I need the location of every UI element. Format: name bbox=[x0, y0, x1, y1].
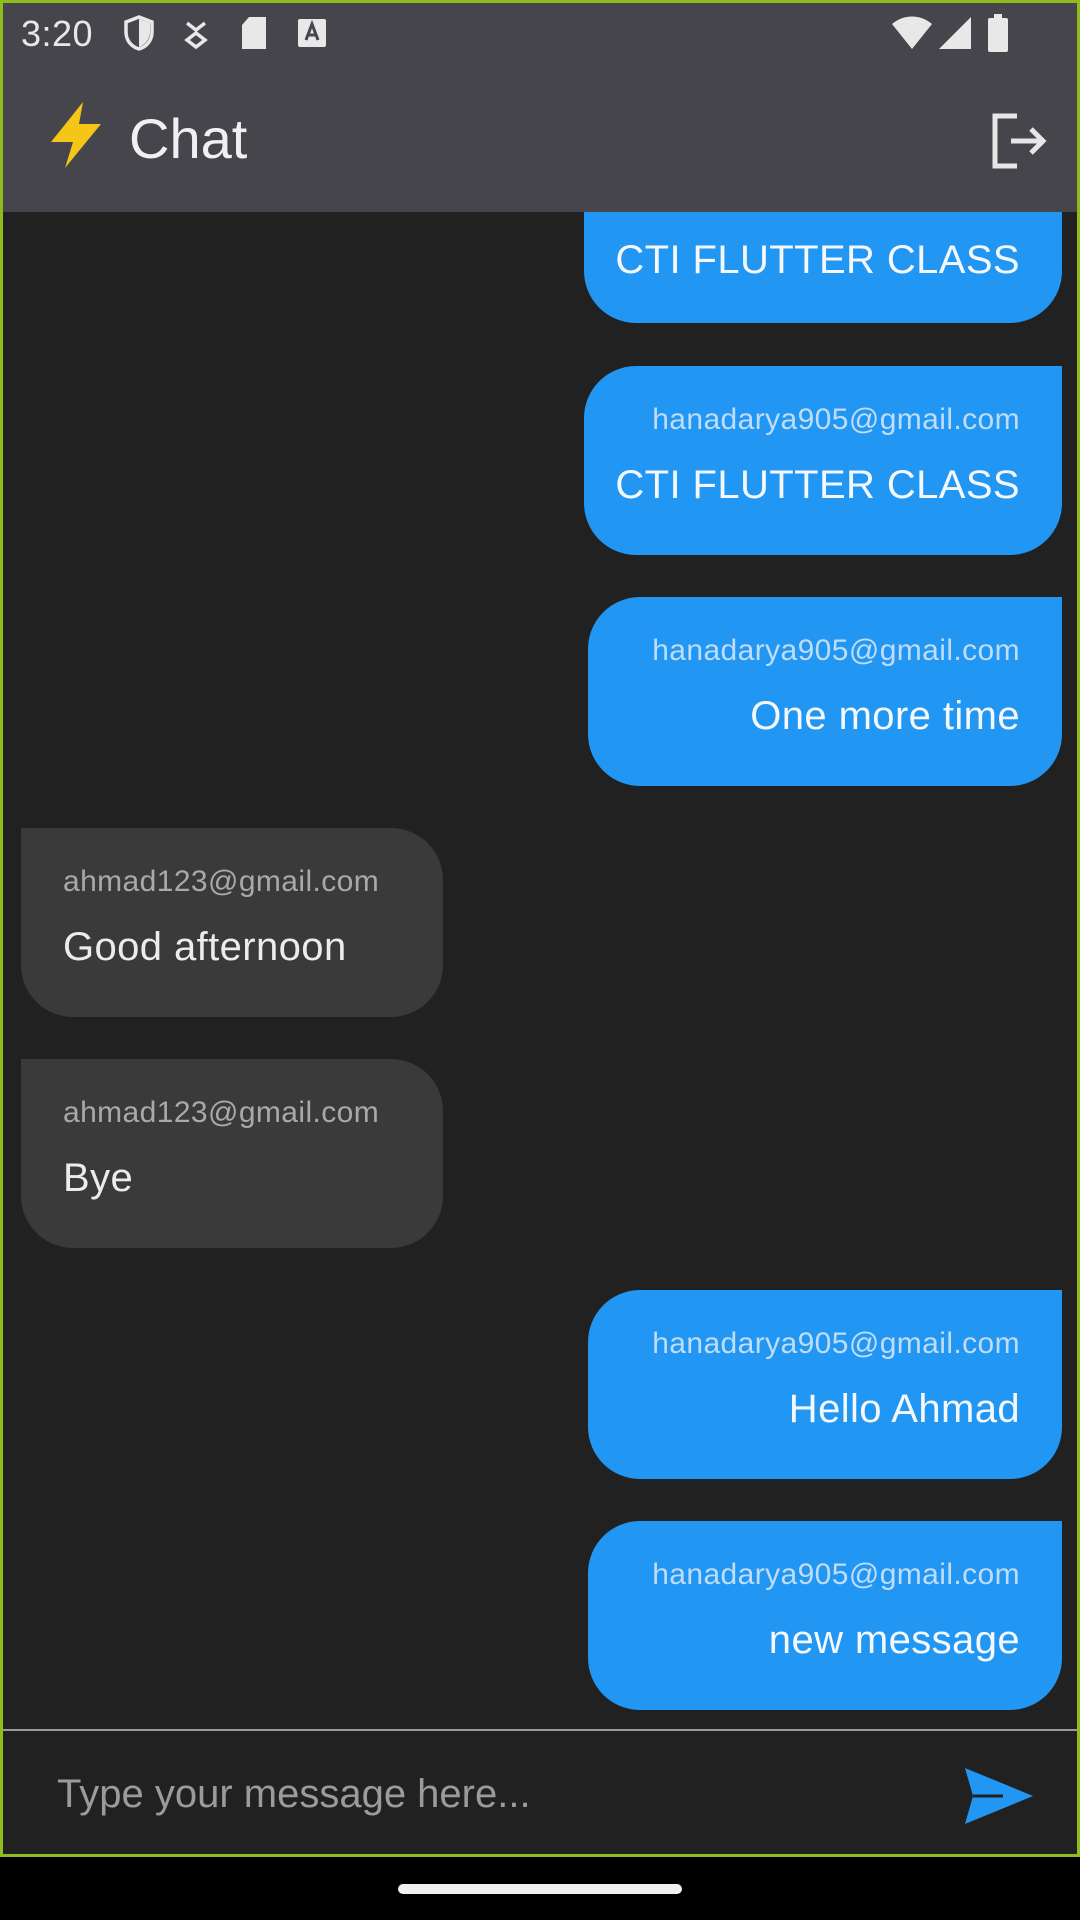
message-sender: hanadarya905@gmail.com bbox=[652, 1558, 1020, 1591]
message-sender: hanadarya905@gmail.com bbox=[652, 403, 1020, 436]
message-text: Hello Ahmad bbox=[788, 1387, 1020, 1431]
lightning-icon bbox=[51, 102, 101, 168]
message-bubble-sent: hanadarya905@gmail.com One more time bbox=[588, 597, 1062, 786]
wifi-icon bbox=[892, 16, 932, 49]
status-bar: 3:20 bbox=[3, 3, 1077, 66]
status-time: 3:20 bbox=[21, 13, 94, 54]
message-input[interactable] bbox=[55, 1763, 919, 1825]
message-text: CTI FLUTTER CLASS bbox=[615, 238, 1020, 282]
sd-card-icon bbox=[242, 17, 266, 49]
app-window: 3:20 Chat CTI FLUTTER CLASS hanadarya905… bbox=[0, 0, 1080, 1857]
message-text: Bye bbox=[63, 1156, 134, 1200]
message-sender: hanadarya905@gmail.com bbox=[652, 634, 1020, 667]
logout-icon[interactable] bbox=[989, 110, 1051, 172]
message-bubble-sent: hanadarya905@gmail.com CTI FLUTTER CLASS bbox=[584, 366, 1062, 555]
message-bubble-received: ahmad123@gmail.com Good afternoon bbox=[21, 828, 443, 1017]
signal-icon bbox=[939, 17, 971, 49]
text-icon bbox=[298, 19, 326, 47]
usb-debug-icon bbox=[184, 21, 208, 50]
message-sender: ahmad123@gmail.com bbox=[63, 865, 380, 898]
message-text: One more time bbox=[750, 694, 1020, 738]
send-icon[interactable] bbox=[963, 1766, 1035, 1826]
message-composer bbox=[3, 1729, 1077, 1854]
app-bar: Chat bbox=[3, 66, 1077, 212]
message-sender: ahmad123@gmail.com bbox=[63, 1096, 380, 1129]
message-text: CTI FLUTTER CLASS bbox=[615, 463, 1020, 507]
message-bubble-sent: hanadarya905@gmail.com new message bbox=[588, 1521, 1062, 1710]
navigation-bar bbox=[0, 1857, 1080, 1920]
home-gesture-handle[interactable] bbox=[398, 1884, 682, 1894]
message-text: new message bbox=[768, 1618, 1020, 1662]
message-bubble-sent: hanadarya905@gmail.com Hello Ahmad bbox=[588, 1290, 1062, 1479]
message-bubble-received: ahmad123@gmail.com Bye bbox=[21, 1059, 443, 1248]
message-text: Good afternoon bbox=[63, 925, 347, 969]
battery-icon bbox=[988, 14, 1008, 52]
message-list[interactable]: CTI FLUTTER CLASS hanadarya905@gmail.com… bbox=[3, 212, 1077, 1728]
message-bubble-sent: CTI FLUTTER CLASS bbox=[584, 212, 1062, 323]
app-title: Chat bbox=[129, 107, 248, 170]
shield-icon bbox=[124, 15, 154, 51]
message-sender: hanadarya905@gmail.com bbox=[652, 1327, 1020, 1360]
